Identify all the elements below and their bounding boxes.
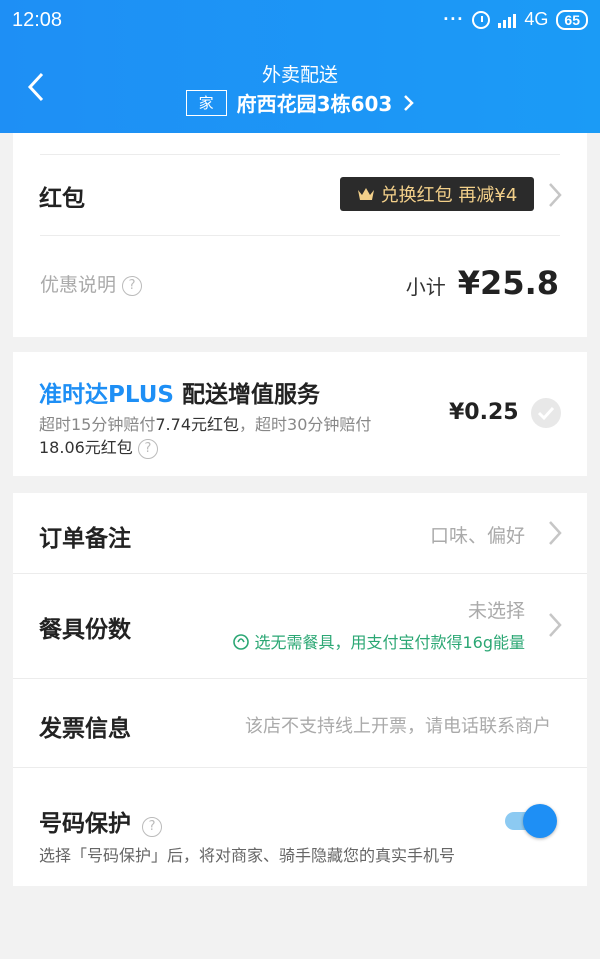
coupon-label: 红包	[39, 186, 85, 212]
eco-leaf-icon	[233, 634, 250, 650]
tableware-row[interactable]: 餐具份数 未选择 选无需餐具，用支付宝付款得16g能量	[13, 574, 587, 678]
chevron-right-icon	[404, 94, 415, 111]
order-remark-label: 订单备注	[39, 526, 131, 552]
toggle-knob	[523, 804, 557, 838]
more-notifications-icon: ···	[443, 9, 465, 29]
plus-desc-text: 超时15分钟赔付	[39, 415, 156, 434]
tableware-hint: 选无需餐具，用支付宝付款得16g能量	[232, 629, 525, 653]
help-icon: ?	[122, 275, 143, 296]
divider	[40, 235, 560, 236]
subtotal: 小计 ¥25.8	[406, 264, 559, 302]
address-selector[interactable]: 家 府西花园3栋603	[0, 88, 600, 117]
app-header: 12:08 ··· 4G 65 外卖配送 家 府西花园3栋603	[0, 0, 600, 133]
coupon-row[interactable]: 红包 兑换红包 再减¥4	[13, 155, 587, 235]
order-remark-value: 口味、偏好	[429, 525, 525, 547]
discount-info-label: 优惠说明	[40, 274, 117, 296]
coupon-card: 红包 兑换红包 再减¥4 优惠说明 ? 小计 ¥25.8	[13, 133, 587, 337]
plus-desc-value: 7.74元红包	[155, 415, 240, 434]
plus-description: 超时15分钟赔付7.74元红包，超时30分钟赔付 18.06元红包 ?	[39, 413, 419, 459]
number-protection-toggle[interactable]	[501, 804, 559, 838]
plus-price: ¥0.25	[449, 400, 519, 425]
order-options-card: 订单备注 口味、偏好 餐具份数 未选择 选无需餐具，用支付宝付款得16g能量 发…	[13, 493, 587, 886]
crown-icon	[357, 188, 374, 200]
check-icon	[537, 406, 555, 421]
network-type: 4G	[524, 9, 549, 29]
number-protection-title: 号码保护 ?	[39, 804, 163, 838]
number-protection-desc: 选择「号码保护」后，将对商家、骑手隐藏您的真实手机号	[39, 846, 456, 865]
battery-icon: 65	[556, 9, 588, 30]
subtotal-label: 小计	[405, 275, 446, 299]
page-title: 外卖配送	[261, 64, 338, 86]
order-remark-row[interactable]: 订单备注 口味、偏好	[13, 493, 587, 573]
address-text: 府西花园3栋603	[236, 92, 393, 116]
help-icon[interactable]: ?	[142, 816, 163, 837]
discount-info[interactable]: 优惠说明 ?	[40, 270, 143, 297]
invoice-row[interactable]: 发票信息 该店不支持线上开票，请电话联系商户	[13, 679, 587, 767]
status-icons: ··· 4G 65	[443, 9, 588, 30]
status-time: 12:08	[12, 9, 63, 31]
status-bar: 12:08 ··· 4G 65	[0, 0, 600, 42]
plus-desc-value: 18.06元红包	[39, 438, 133, 457]
plus-service-title: 准时达PLUS 配送增值服务	[39, 375, 320, 409]
tableware-label: 餐具份数	[39, 617, 131, 643]
invoice-value: 该店不支持线上开票，请电话联系商户	[245, 716, 551, 737]
plus-service-card[interactable]: 准时达PLUS 配送增值服务 超时15分钟赔付7.74元红包，超时30分钟赔付 1…	[13, 352, 587, 476]
invoice-label: 发票信息	[39, 716, 131, 742]
alarm-icon	[472, 10, 491, 29]
coupon-badge-text: 兑换红包 再减¥4	[380, 185, 518, 206]
signal-icon	[498, 12, 517, 28]
tableware-hint-text: 选无需餐具，用支付宝付款得16g能量	[254, 633, 525, 652]
help-icon[interactable]: ?	[137, 438, 158, 459]
plus-desc-text: ，超时30分钟赔付	[239, 415, 372, 434]
chevron-right-icon	[549, 613, 562, 637]
chevron-right-icon	[549, 183, 562, 207]
plus-select-checkbox[interactable]	[531, 398, 561, 428]
subtotal-value: ¥25.8	[457, 264, 559, 302]
number-protection-label: 号码保护	[39, 811, 131, 837]
tableware-value: 未选择	[467, 600, 525, 622]
plus-title-text: 配送增值服务	[181, 382, 320, 408]
plus-brand: 准时达PLUS	[39, 382, 174, 408]
address-tag: 家	[185, 89, 227, 116]
coupon-exchange-badge[interactable]: 兑换红包 再减¥4	[340, 177, 534, 211]
chevron-right-icon	[549, 521, 562, 545]
